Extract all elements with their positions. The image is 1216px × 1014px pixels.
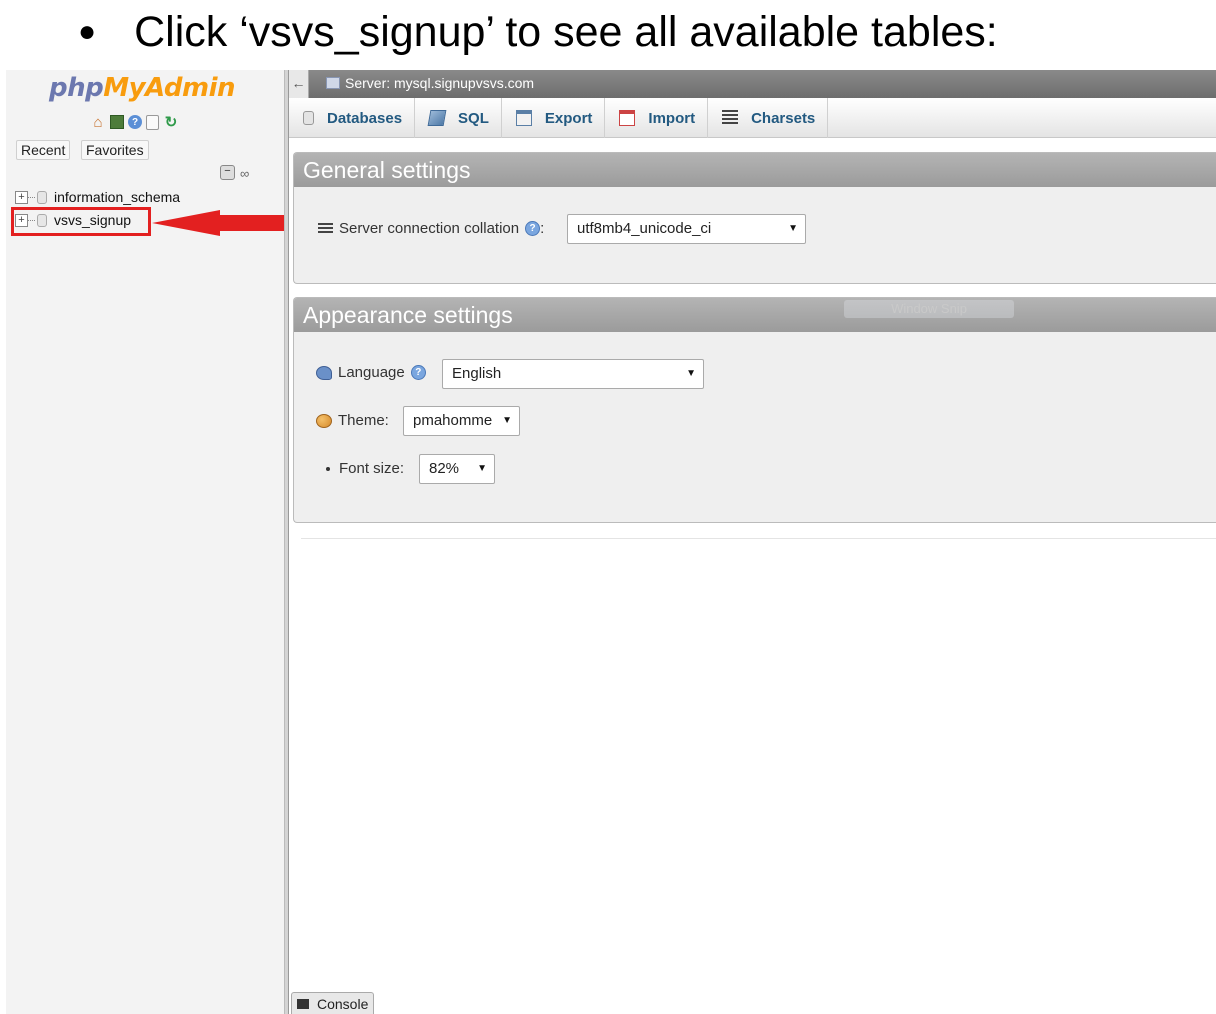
collapse-all-icon[interactable]: −: [220, 165, 235, 180]
red-highlight-box: [11, 207, 151, 236]
reload-icon[interactable]: ↻: [163, 114, 179, 131]
appearance-settings-panel: Appearance settings Language ? English ▼…: [293, 297, 1216, 523]
tab-import[interactable]: Import: [605, 98, 709, 138]
language-icon: [316, 365, 332, 380]
server-breadcrumb-bar: ← Server: mysql.signupvsvs.com: [289, 70, 1216, 98]
nav-icon-bar: ⌂ ? ↻: [90, 114, 179, 132]
divider: [301, 538, 1216, 539]
recent-tab[interactable]: Recent: [16, 140, 71, 160]
theme-label: Theme:: [338, 412, 389, 429]
console-label: Console: [317, 995, 369, 1012]
font-size-label-row: Font size:: [322, 460, 404, 477]
back-arrow-icon[interactable]: ←: [289, 70, 309, 98]
phpmyadmin-screenshot: phpMyAdmin ⌂ ? ↻ Recent Favorites − ∞ + …: [6, 70, 1216, 1014]
dropdown-arrow-icon: ▼: [477, 463, 487, 474]
language-label: Language: [338, 364, 405, 381]
logout-icon[interactable]: [110, 115, 124, 129]
help-icon[interactable]: ?: [128, 115, 142, 129]
logo-myadmin: MyAdmin: [103, 73, 236, 103]
database-icon: [37, 190, 47, 204]
database-icon: [303, 111, 314, 125]
dropdown-arrow-icon: ▼: [686, 368, 696, 379]
red-pointer-arrow-icon: [152, 210, 284, 236]
help-icon[interactable]: ?: [410, 365, 426, 380]
logo-php: php: [49, 73, 104, 103]
theme-value: pmahomme: [413, 412, 493, 429]
dropdown-arrow-icon: ▼: [788, 223, 798, 234]
appearance-settings-title: Appearance settings: [294, 298, 1216, 332]
db-item-information-schema[interactable]: + information_schema: [15, 187, 180, 207]
collation-select[interactable]: utf8mb4_unicode_ci ▼: [567, 214, 806, 244]
home-icon[interactable]: ⌂: [90, 114, 106, 131]
documentation-icon[interactable]: [146, 114, 159, 130]
theme-palette-icon: [316, 413, 332, 428]
caption-text: Click ‘vsvs_signup’ to see all available…: [134, 7, 998, 56]
tab-databases[interactable]: Databases: [289, 98, 416, 138]
font-size-label: Font size:: [339, 460, 405, 477]
main-panel: ← Server: mysql.signupvsvs.com Databases…: [289, 70, 1216, 1014]
dropdown-arrow-icon: ▼: [502, 415, 512, 426]
server-breadcrumb[interactable]: Server: mysql.signupvsvs.com: [345, 75, 534, 91]
favorites-tab[interactable]: Favorites: [81, 140, 149, 160]
general-settings-panel: General settings Server connection colla…: [293, 152, 1216, 284]
charsets-icon: [722, 110, 739, 126]
language-label-row: Language ?: [316, 364, 426, 381]
tab-label: Databases: [327, 109, 403, 127]
list-icon: [318, 222, 333, 235]
phpmyadmin-logo[interactable]: phpMyAdmin: [49, 73, 236, 103]
tab-label: Charsets: [751, 109, 816, 127]
theme-label-row: Theme:: [316, 412, 389, 429]
console-button[interactable]: Console: [291, 992, 375, 1014]
expand-icon[interactable]: +: [15, 190, 28, 204]
bullet: ●: [78, 15, 97, 48]
collation-value: utf8mb4_unicode_ci: [577, 220, 712, 237]
navigation-panel: phpMyAdmin ⌂ ? ↻ Recent Favorites − ∞ + …: [6, 70, 284, 1014]
font-size-value: 82%: [429, 460, 460, 477]
general-settings-title: General settings: [294, 153, 1216, 187]
db-name[interactable]: information_schema: [54, 189, 180, 205]
collation-label: Server connection collation: [339, 220, 520, 237]
tab-charsets[interactable]: Charsets: [708, 98, 829, 138]
theme-select[interactable]: pmahomme ▼: [403, 406, 520, 436]
import-icon: [619, 110, 636, 126]
export-icon: [515, 110, 532, 126]
instruction-caption: ● Click ‘vsvs_signup’ to see all availab…: [78, 4, 998, 60]
tab-label: Import: [648, 109, 696, 127]
help-icon[interactable]: ?: [525, 221, 541, 236]
language-value: English: [452, 365, 502, 382]
font-size-select[interactable]: 82% ▼: [419, 454, 495, 484]
server-icon: [326, 77, 340, 89]
collation-colon: :: [540, 220, 545, 237]
top-menu-tabs: Databases SQL Export Import Charsets: [289, 98, 1216, 138]
sql-icon: [427, 110, 447, 126]
tab-label: SQL: [458, 109, 489, 127]
bullet-dot: [326, 466, 330, 471]
language-select[interactable]: English ▼: [442, 359, 704, 389]
tree-branch: [28, 196, 35, 198]
collation-label-row: Server connection collation ? :: [318, 220, 544, 237]
tab-sql[interactable]: SQL: [415, 98, 502, 138]
tab-label: Export: [544, 109, 593, 127]
tab-export[interactable]: Export: [502, 98, 606, 138]
link-with-main-icon[interactable]: ∞: [240, 166, 249, 181]
window-snip-overlay: Window Snip: [844, 300, 1014, 318]
console-icon: [297, 998, 309, 1009]
